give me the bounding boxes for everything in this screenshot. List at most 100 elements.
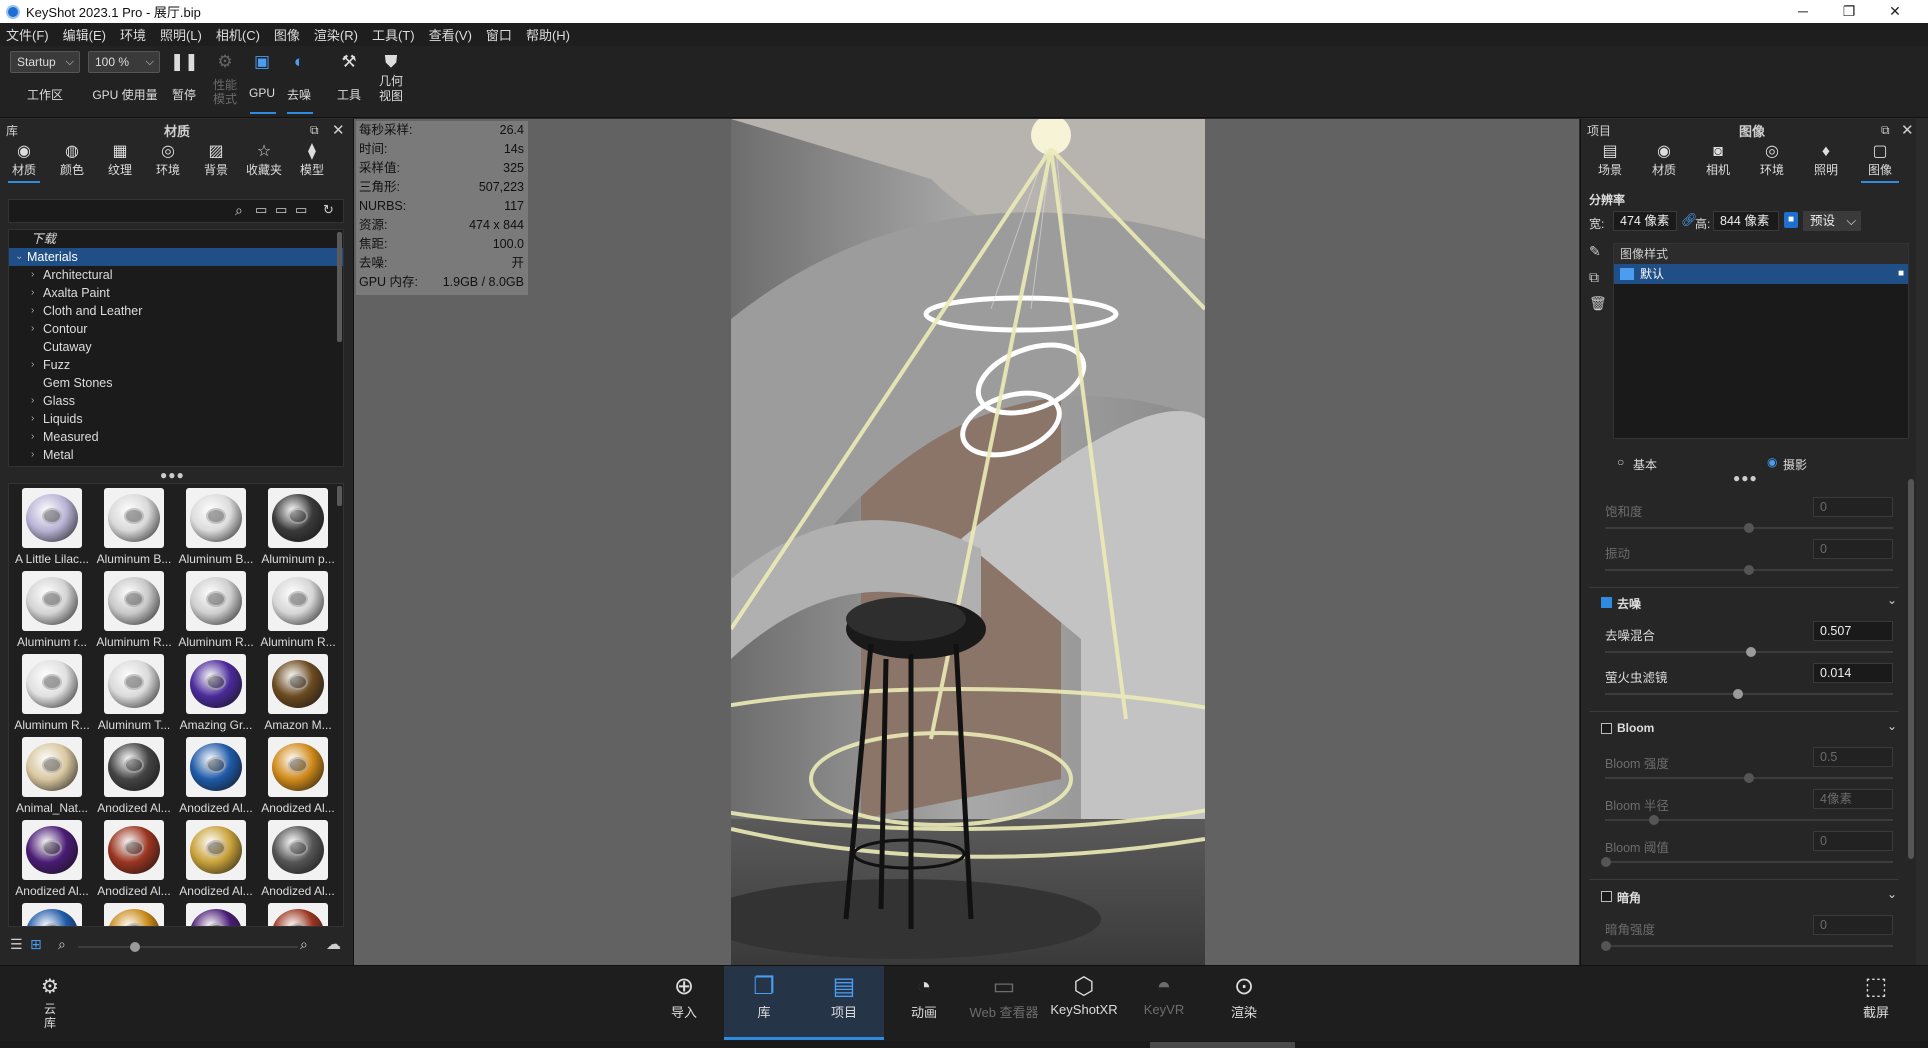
tree-item[interactable]: › Cloth and Leather <box>9 302 343 320</box>
menu-file[interactable]: 文件(F) <box>6 25 49 44</box>
chevron-right-icon[interactable]: › <box>31 428 34 446</box>
tab-environment[interactable]: ◎ 环境 <box>1745 143 1799 179</box>
vignette-strength-slider[interactable] <box>1601 941 1893 951</box>
material-thumbnail[interactable]: Amazon M... <box>257 652 339 734</box>
tab-colors[interactable]: ◍ 颜色 <box>48 143 96 179</box>
material-thumbnail[interactable] <box>257 901 339 926</box>
bloom-strength-input[interactable]: 0.5 <box>1813 747 1893 767</box>
tab-camera[interactable]: ◙ 相机 <box>1691 143 1745 179</box>
menu-environment[interactable]: 环境 <box>120 25 146 44</box>
material-thumbnail[interactable]: Anodized Al... <box>175 735 257 817</box>
material-thumbnail[interactable]: A Little Lilac... <box>11 486 93 568</box>
radio-basic[interactable]: ○ <box>1617 455 1624 469</box>
duplicate-style-icon[interactable]: ⧉ <box>1589 269 1599 286</box>
material-thumbnail[interactable]: Anodized Al... <box>257 818 339 900</box>
rendered-image[interactable] <box>731 119 1205 965</box>
tree-item[interactable]: › Architectural <box>9 266 343 284</box>
denoise-icon[interactable]: ◐ <box>284 52 314 72</box>
slider-knob[interactable] <box>130 942 140 952</box>
chevron-right-icon[interactable]: › <box>31 410 34 428</box>
gpu-label[interactable]: GPU <box>247 86 277 100</box>
chevron-down-icon[interactable]: ⌄ <box>1887 719 1897 733</box>
tree-item[interactable]: › Contour <box>9 320 343 338</box>
chevron-right-icon[interactable]: › <box>31 302 34 320</box>
material-thumbnail[interactable]: Aluminum r... <box>11 569 93 651</box>
gpu-usage-select[interactable]: 100 % ⌵ <box>88 51 160 73</box>
geometry-view-icon[interactable]: ⛊ <box>376 52 406 72</box>
vibration-slider[interactable] <box>1605 565 1893 575</box>
chevron-right-icon[interactable]: › <box>31 320 34 338</box>
material-thumbnail[interactable]: Anodized Al... <box>93 735 175 817</box>
chevron-right-icon[interactable]: › <box>31 356 34 374</box>
material-thumbnail[interactable]: Aluminum R... <box>93 569 175 651</box>
material-thumbnail[interactable] <box>93 901 175 926</box>
animation-button[interactable]: ◔ 动画 <box>884 966 964 1040</box>
chevron-right-icon[interactable]: › <box>31 392 34 410</box>
menu-render[interactable]: 渲染(R) <box>314 25 358 44</box>
menu-image[interactable]: 图像 <box>274 25 300 44</box>
vibration-input[interactable]: 0 <box>1813 539 1893 559</box>
pause-label[interactable]: 暂停 <box>168 86 200 103</box>
library-button[interactable]: ❐ 库 <box>724 966 804 1040</box>
denoise-blend-input[interactable]: 0.507 <box>1813 621 1893 641</box>
material-thumbnail[interactable] <box>11 901 93 926</box>
workspace-select[interactable]: Startup ⌵ <box>10 51 80 73</box>
edit-style-icon[interactable]: ✎ <box>1589 243 1601 260</box>
tab-material[interactable]: ◉ 材质 <box>1637 143 1691 179</box>
material-thumbnail[interactable]: Aluminum R... <box>175 569 257 651</box>
screenshot-button[interactable]: ⬚ 截屏 <box>1836 966 1916 1040</box>
material-thumbnail[interactable]: Aluminum B... <box>93 486 175 568</box>
tab-textures[interactable]: ▦ 纹理 <box>96 143 144 179</box>
radio-photo[interactable]: ◉ <box>1767 455 1777 469</box>
tab-image[interactable]: ▢ 图像 <box>1853 143 1907 183</box>
tree-item-downloads[interactable]: 下载 <box>9 230 343 248</box>
vignette-checkbox[interactable] <box>1601 891 1612 902</box>
denoise-label[interactable]: 去噪 <box>284 86 314 103</box>
menu-lighting[interactable]: 照明(L) <box>160 25 202 44</box>
project-button[interactable]: ▤ 项目 <box>804 966 884 1040</box>
material-thumbnail[interactable]: Aluminum T... <box>93 652 175 734</box>
tree-item[interactable]: › Metal <box>9 446 343 464</box>
style-item-default[interactable]: 默认 ■ <box>1614 264 1908 284</box>
tab-models[interactable]: ⧫ 模型 <box>288 143 336 179</box>
tree-item[interactable]: Gem Stones <box>9 374 343 392</box>
saturation-input[interactable]: 0 <box>1813 497 1893 517</box>
vignette-strength-input[interactable]: 0 <box>1813 915 1893 935</box>
denoise-blend-slider[interactable] <box>1605 647 1893 657</box>
keyshotxr-button[interactable]: ⬡ KeyShotXR <box>1044 966 1124 1040</box>
bloom-radius-input[interactable]: 4像素 <box>1813 789 1893 809</box>
cloud-upload-icon[interactable]: ☁ <box>326 935 341 953</box>
material-thumbnail[interactable]: Aluminum p... <box>257 486 339 568</box>
slider-knob[interactable] <box>1601 857 1611 867</box>
menu-view[interactable]: 查看(V) <box>429 25 472 44</box>
menu-edit[interactable]: 编辑(E) <box>63 25 106 44</box>
close-button[interactable]: ✕ <box>1872 0 1918 23</box>
tab-backplates[interactable]: ▨ 背景 <box>192 143 240 179</box>
tools-icon[interactable]: ⚒ <box>334 52 364 72</box>
undock-icon[interactable]: ⧉ <box>1881 123 1890 138</box>
denoise-checkbox[interactable] <box>1601 597 1612 608</box>
menu-window[interactable]: 窗口 <box>486 25 512 44</box>
grid-view-icon[interactable]: ⊞ <box>30 936 42 953</box>
tree-item[interactable]: › Fuzz <box>9 356 343 374</box>
bloom-threshold-slider[interactable] <box>1601 857 1893 867</box>
chevron-right-icon[interactable]: › <box>31 446 34 464</box>
render-viewport[interactable]: 每秒采样: 26.4 时间: 14s 采样值: 325 三角形: 507,223 NURBS: 1… <box>354 119 1579 965</box>
tree-item[interactable]: › Liquids <box>9 410 343 428</box>
menu-tools[interactable]: 工具(T) <box>372 25 415 44</box>
tree-item[interactable]: Cutaway <box>9 338 343 356</box>
material-thumbnail[interactable]: Aluminum R... <box>257 569 339 651</box>
cloud-library-button[interactable]: ⚙ 云 库 <box>12 966 88 1040</box>
menu-help[interactable]: 帮助(H) <box>526 25 570 44</box>
material-thumbnail[interactable]: Amazing Gr... <box>175 652 257 734</box>
undock-icon[interactable]: ⧉ <box>310 123 319 138</box>
tree-item[interactable]: › Glass <box>9 392 343 410</box>
tree-scrollbar[interactable] <box>337 232 342 342</box>
minimize-button[interactable]: ─ <box>1780 0 1826 23</box>
geometry-view-label[interactable]: 几何 视图 <box>374 74 408 104</box>
tab-scene[interactable]: ▤ 场景 <box>1583 143 1637 179</box>
add-folder-icon[interactable]: ▭ <box>255 202 267 218</box>
chevron-down-icon[interactable]: ⌄ <box>1887 887 1897 901</box>
height-input[interactable]: 844 像素 <box>1713 211 1779 231</box>
firefly-filter-input[interactable]: 0.014 <box>1813 663 1893 683</box>
